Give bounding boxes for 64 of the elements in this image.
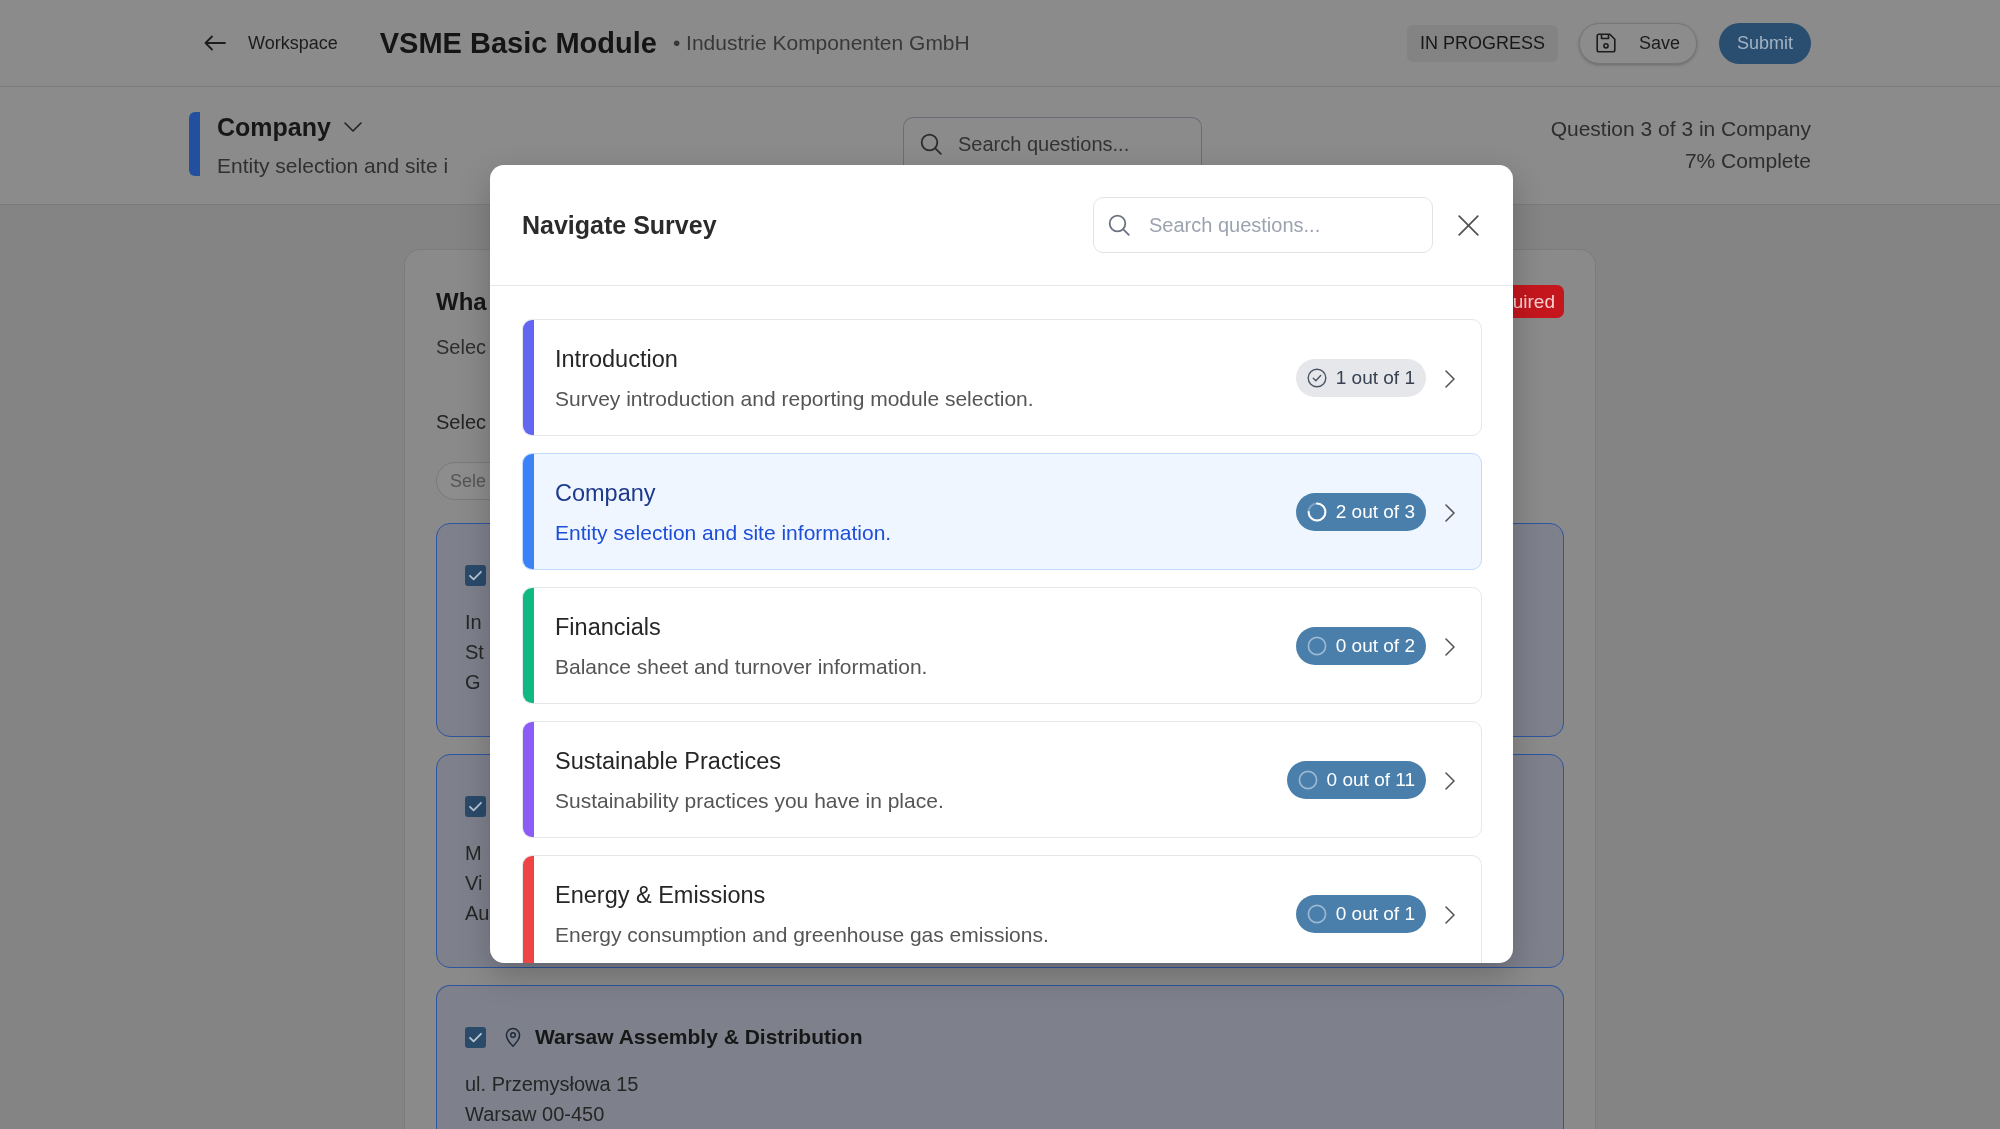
section-title: Company [555,479,656,508]
arrow-left-icon [204,35,226,51]
empty-circle-icon [1306,904,1327,924]
save-button[interactable]: Save [1578,22,1697,64]
section-description: Survey introduction and reporting module selection. [555,386,1034,412]
progress-count: 1 out of 1 [1335,366,1415,390]
address-line: Vi [465,871,483,896]
address-line: M [465,841,482,866]
checkbox[interactable] [465,795,486,817]
section-description: Energy consumption and greenhouse gas emissions. [555,922,1049,948]
section-title: Introduction [555,345,678,374]
close-icon[interactable] [1458,214,1479,236]
search-field[interactable]: Search questions... [903,117,1202,166]
page-title: VSME Basic Module [379,26,657,61]
chevron-right-icon [1445,370,1455,388]
chevron-right-icon [1445,504,1455,522]
progress-count: 0 out of 2 [1335,634,1415,658]
section-dropdown[interactable]: Company [217,112,362,142]
address-line: In [465,610,482,635]
section-description: Entity selection and site information. [555,520,892,546]
progress-ring-icon [1306,502,1327,522]
section-row[interactable]: Financials Balance sheet and turnover information. 0 out of 2 [522,587,1482,704]
field-label: Selec [436,410,487,435]
search-icon [1108,214,1130,236]
location-pin-icon [505,1027,521,1047]
section-description: Entity selection and site i [217,153,449,179]
check-circle-icon [1306,368,1327,388]
question-hint: Selec [436,335,487,360]
section-row[interactable]: Company Entity selection and site information. 2 out of 3 [522,453,1482,570]
address-line: St [465,640,484,665]
section-title: Energy & Emissions [555,881,766,910]
progress-count: 0 out of 11 [1326,768,1415,792]
progress-count: 0 out of 1 [1335,902,1415,926]
organization-name: • Industrie Komponenten GmbH [672,30,970,56]
section-title: Sustainable Practices [555,747,781,776]
address-line: ul. Przemysłowa 15 [465,1072,639,1097]
question-position: Question 3 of 3 in Company [1550,116,1811,142]
completion-text: 7% Complete [1684,148,1811,174]
status-badge: IN PROGRESS [1406,24,1558,62]
address-line: Warsaw 00-450 [465,1102,605,1127]
modal-title: Navigate Survey [522,211,717,239]
search-icon [920,133,942,155]
section-accent [189,112,200,176]
empty-circle-icon [1297,770,1318,790]
chevron-down-icon [343,122,362,132]
question-title: Wha [436,287,487,317]
section-description: Sustainability practices you have in place. [555,788,944,814]
chevron-right-icon [1445,906,1455,924]
progress-count: 2 out of 3 [1335,500,1415,524]
section-title: Financials [555,613,661,642]
section-description: Balance sheet and turnover information. [555,654,928,680]
section-row[interactable]: Energy & Emissions Energy consumption and greenhouse gas emissions. 0 out of 1 [522,855,1482,963]
chevron-right-icon [1445,772,1455,790]
site-name: Warsaw Assembly & Distribution [535,1024,863,1050]
back-link[interactable]: Workspace [204,31,338,55]
address-line: Au [465,901,490,926]
submit-button[interactable]: Submit [1718,22,1811,64]
empty-circle-icon [1306,636,1327,656]
address-line: G [465,670,481,695]
checkbox[interactable] [465,1026,486,1048]
section-row[interactable]: Sustainable Practices Sustainability practices you have in place. 0 out of 11 [522,721,1482,838]
chevron-right-icon [1445,638,1455,656]
section-row[interactable]: Introduction Survey introduction and reporting module selection. 1 out of 1 [522,319,1482,436]
checkbox[interactable] [465,564,486,586]
